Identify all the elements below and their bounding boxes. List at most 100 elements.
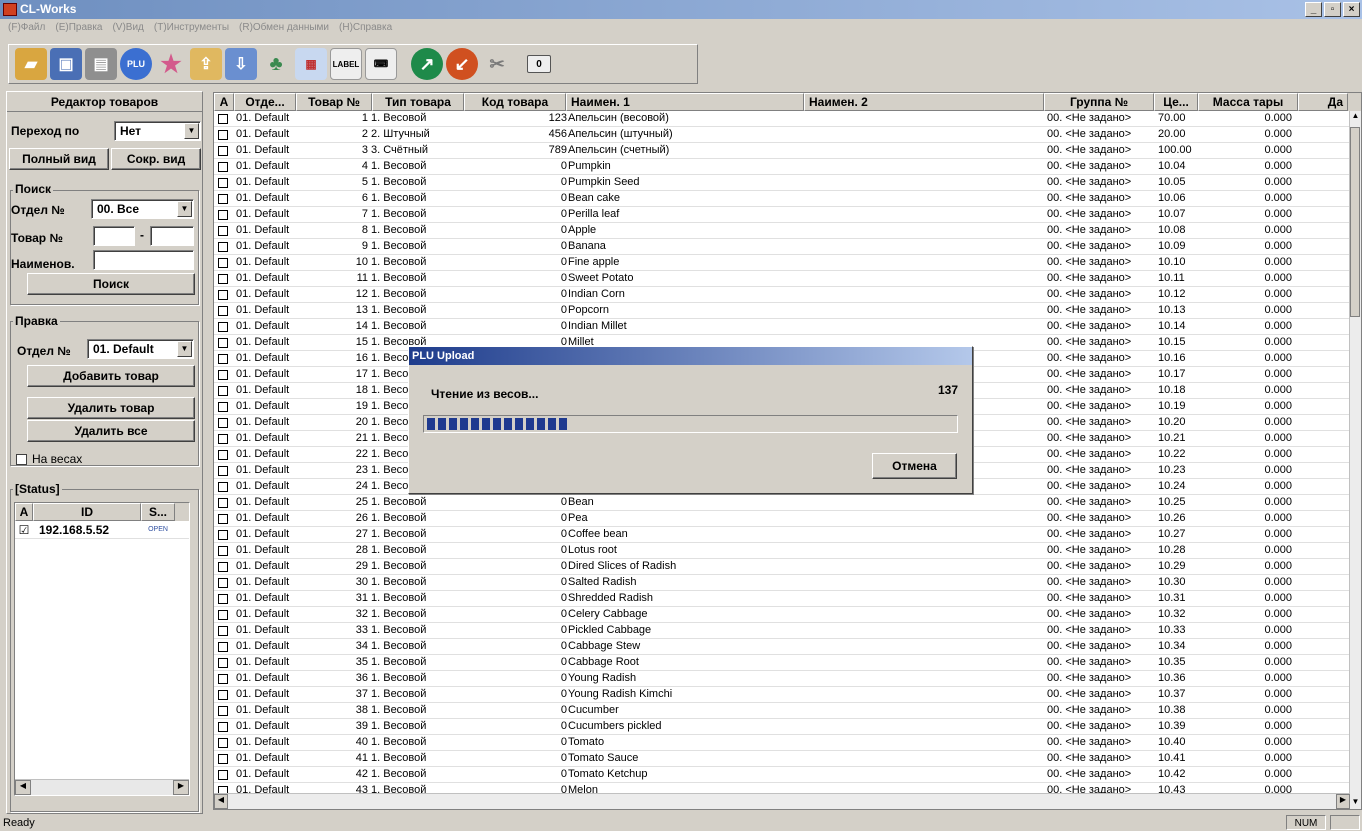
row-checkbox[interactable] [218,626,228,636]
scale-row[interactable]: ☑ 192.168.5.52 OPEN [15,521,189,539]
row-checkbox[interactable] [218,386,228,396]
scroll-down-icon[interactable]: ▼ [1350,797,1361,809]
open-folder-icon[interactable]: ▰ [15,48,47,80]
row-checkbox[interactable] [218,194,228,204]
table-row[interactable]: 01. Default 26 1. Весовой 0 Pea 00. <Не задан… [214,511,1352,527]
row-checkbox[interactable] [218,690,228,700]
col-code[interactable]: Код товара [464,93,566,111]
download-icon[interactable]: ⇩ [225,48,257,80]
menu-exchange[interactable]: (R)Обмен данными [239,19,329,37]
row-checkbox[interactable] [218,418,228,428]
table-row[interactable]: 01. Default 11 1. Весовой 0 Sweet Potato 00. … [214,271,1352,287]
row-checkbox[interactable] [218,146,228,156]
row-checkbox[interactable] [218,594,228,604]
row-checkbox[interactable] [218,754,228,764]
scroll-right-icon[interactable]: ▶ [1336,794,1350,809]
row-checkbox[interactable] [218,482,228,492]
row-checkbox[interactable] [218,370,228,380]
row-checkbox[interactable] [218,274,228,284]
table-row[interactable]: 01. Default 30 1. Весовой 0 Salted Radish 00.… [214,575,1352,591]
row-checkbox[interactable] [218,306,228,316]
col-tare[interactable]: Масса тары [1198,93,1298,111]
row-checkbox[interactable] [218,546,228,556]
table-row[interactable]: 01. Default 32 1. Весовой 0 Celery Cabbage 00… [214,607,1352,623]
search-button[interactable]: Поиск [27,273,195,295]
scroll-up-icon[interactable]: ▲ [1350,111,1361,125]
row-checkbox[interactable] [218,290,228,300]
plu-icon[interactable]: PLU [120,48,152,80]
table-row[interactable]: 01. Default 3 3. Счётный 789 Апельсин (счетн… [214,143,1352,159]
table-row[interactable]: 01. Default 38 1. Весовой 0 Cucumber 00. <Не … [214,703,1352,719]
table-row[interactable]: 01. Default 33 1. Весовой 0 Pickled Cabbage 0… [214,623,1352,639]
row-checkbox[interactable] [218,322,228,332]
row-checkbox[interactable] [218,562,228,572]
tools-icon[interactable]: ✂ [481,48,513,80]
short-view-button[interactable]: Сокр. вид [111,148,201,170]
menu-edit[interactable]: (E)Правка [55,19,102,37]
col-a[interactable]: A [214,93,234,111]
send-arrow-icon[interactable]: ↗ [411,48,443,80]
table-row[interactable]: 01. Default 5 1. Весовой 0 Pumpkin Seed 00. <… [214,175,1352,191]
row-checkbox[interactable] [218,674,228,684]
row-checkbox[interactable] [218,498,228,508]
row-checkbox[interactable] [218,450,228,460]
row-checkbox[interactable] [218,242,228,252]
table-row[interactable]: 01. Default 7 1. Весовой 0 Perilla leaf 00. <… [214,207,1352,223]
goto-select[interactable]: Нет ▼ [114,121,201,141]
upload-icon[interactable]: ⇪ [190,48,222,80]
name-search-input[interactable] [93,250,194,270]
table-row[interactable]: 01. Default 9 1. Весовой 0 Banana 00. <Не зад… [214,239,1352,255]
table-row[interactable]: 01. Default 41 1. Весовой 0 Tomato Sauce 00. … [214,751,1352,767]
table-row[interactable]: 01. Default 31 1. Весовой 0 Shredded Radish 0… [214,591,1352,607]
table-row[interactable]: 01. Default 37 1. Весовой 0 Young Radish Kim… [214,687,1352,703]
row-checkbox[interactable] [218,338,228,348]
close-button[interactable]: × [1343,2,1360,17]
maximize-button[interactable]: ▫ [1324,2,1341,17]
on-scales-checkbox[interactable] [16,454,27,465]
row-checkbox[interactable] [218,434,228,444]
row-checkbox[interactable] [218,226,228,236]
row-checkbox[interactable] [218,178,228,188]
row-checkbox[interactable] [218,466,228,476]
col-item-no[interactable]: Товар № [296,93,372,111]
full-view-button[interactable]: Полный вид [9,148,109,170]
scale-checkbox[interactable]: ☑ [15,523,33,537]
table-row[interactable]: 01. Default 25 1. Весовой 0 Bean 00. <Не зада… [214,495,1352,511]
table-row[interactable]: 01. Default 6 1. Весовой 0 Bean cake 00. <Не … [214,191,1352,207]
table-row[interactable]: 01. Default 35 1. Весовой 0 Cabbage Root 00. … [214,655,1352,671]
row-checkbox[interactable] [218,610,228,620]
dept-select[interactable]: 00. Все ▼ [91,199,194,219]
col-group[interactable]: Группа № [1044,93,1154,111]
table-row[interactable]: 01. Default 1 1. Весовой 123 Апельсин (весов… [214,111,1352,127]
row-checkbox[interactable] [218,738,228,748]
app-icon[interactable] [3,3,17,16]
table-row[interactable]: 01. Default 10 1. Весовой 0 Fine apple 00. <Н… [214,255,1352,271]
grid-icon[interactable]: ▦ [295,48,327,80]
scroll-left-icon[interactable]: ◀ [15,780,31,795]
add-item-button[interactable]: Добавить товар [27,365,195,387]
cancel-button[interactable]: Отмена [872,453,957,479]
table-row[interactable]: 01. Default 8 1. Весовой 0 Apple 00. <Не зада… [214,223,1352,239]
print-icon[interactable]: ▤ [85,48,117,80]
row-checkbox[interactable] [218,354,228,364]
row-checkbox[interactable] [218,530,228,540]
table-row[interactable]: 01. Default 4 1. Весовой 0 Pumpkin 00. <Не за… [214,159,1352,175]
row-checkbox[interactable] [218,578,228,588]
edit-dept-select[interactable]: 01. Default ▼ [87,339,194,359]
menu-view[interactable]: (V)Вид [112,19,143,37]
col-type[interactable]: Тип товара [372,93,464,111]
col-name1[interactable]: Наимен. 1 [566,93,804,111]
minimize-button[interactable]: _ [1305,2,1322,17]
table-row[interactable]: 01. Default 2 2. Штучный 456 Апельсин (штучн… [214,127,1352,143]
row-checkbox[interactable] [218,514,228,524]
receive-arrow-icon[interactable]: ↙ [446,48,478,80]
table-row[interactable]: 01. Default 14 1. Весовой 0 Indian Millet 00.… [214,319,1352,335]
row-checkbox[interactable] [218,162,228,172]
star-icon[interactable]: ★ [155,48,187,80]
keyboard-icon[interactable]: ⌨ [365,48,397,80]
col-name2[interactable]: Наимен. 2 [804,93,1044,111]
scroll-left-icon[interactable]: ◀ [214,794,228,809]
save-icon[interactable]: ▣ [50,48,82,80]
table-row[interactable]: 01. Default 39 1. Весовой 0 Cucumbers pickle… [214,719,1352,735]
label-icon[interactable]: LABEL [330,48,362,80]
